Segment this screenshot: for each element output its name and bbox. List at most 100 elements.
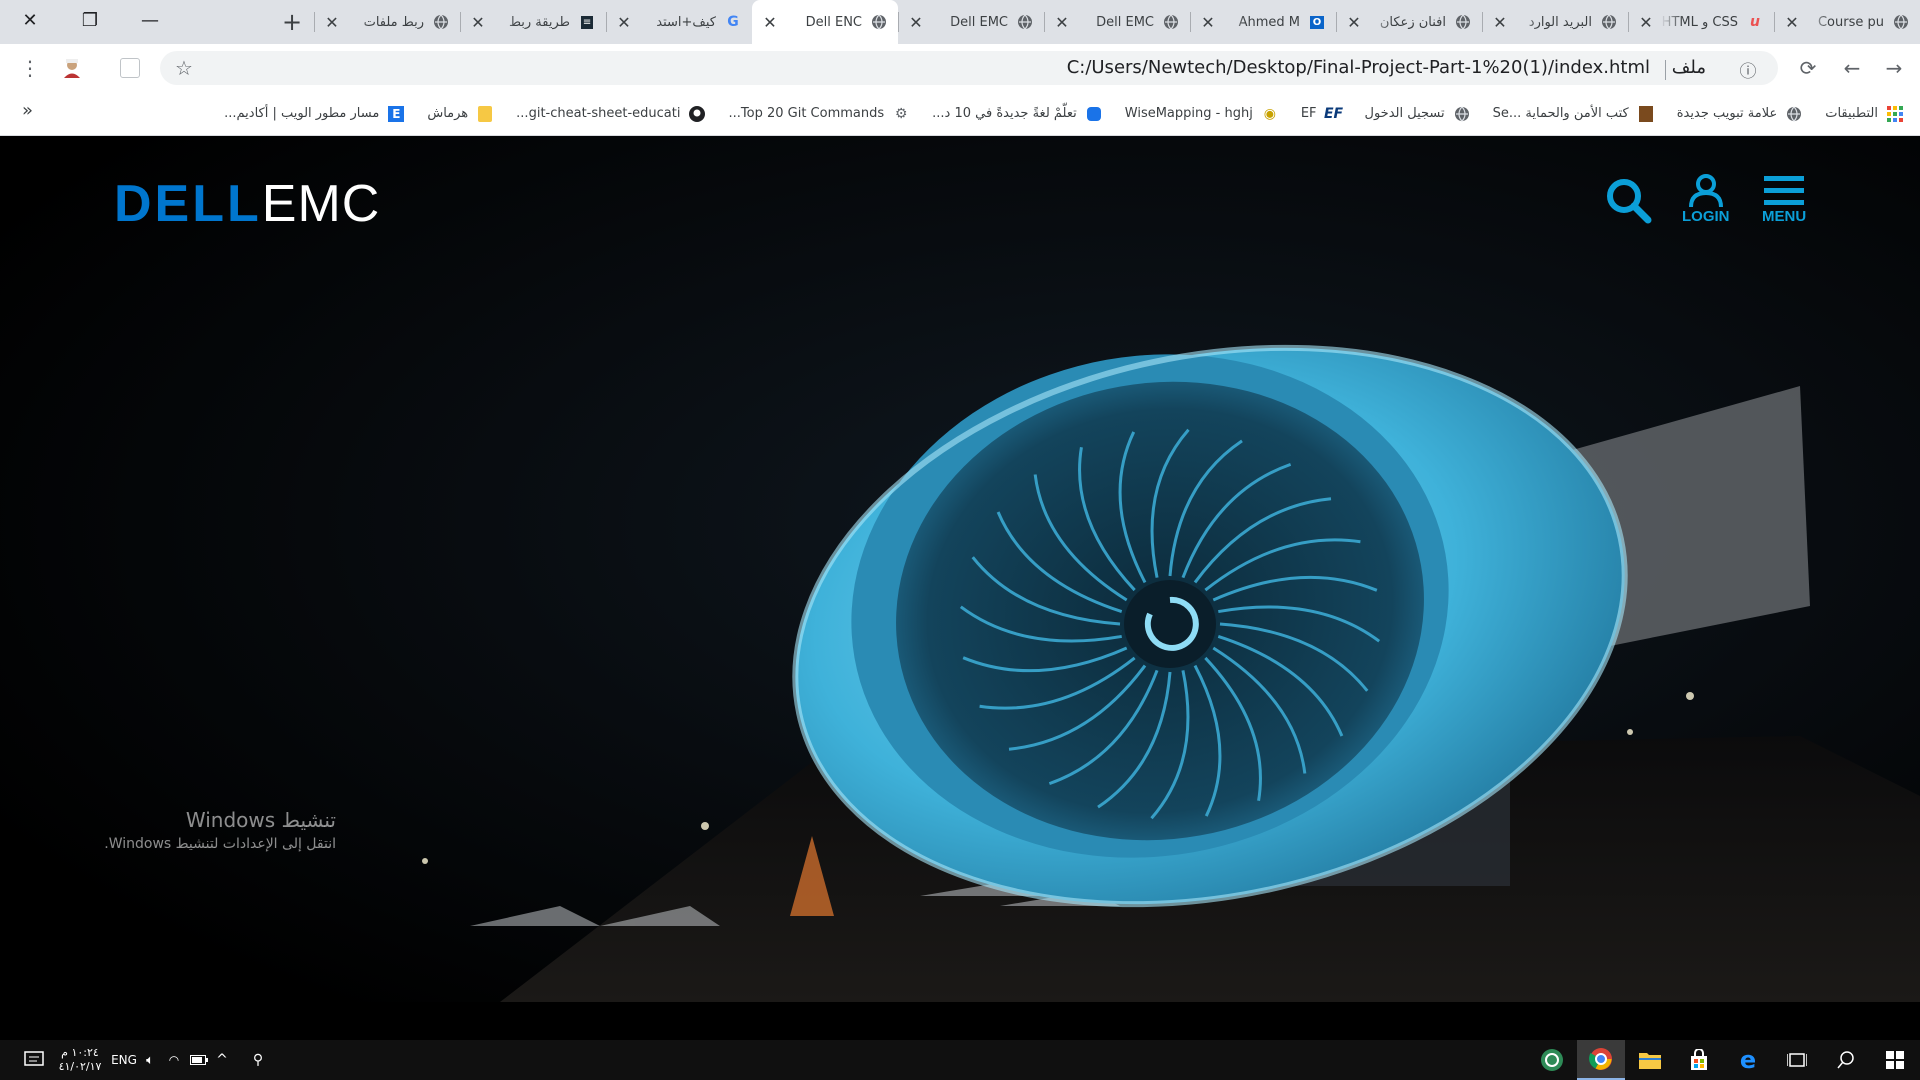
taskbar: ١٠:٢٤ م ٤١/٠٢/١٧ ENG 🔈︎ ◠ ^ ⚲ e xyxy=(0,1040,1920,1080)
tab-title: كيف+استد xyxy=(656,14,716,30)
start-windows-icon[interactable] xyxy=(1871,1040,1919,1080)
close-icon[interactable]: ✕ xyxy=(1200,13,1216,32)
url-text[interactable]: C:/Users/Newtech/Desktop/Final-Project-P… xyxy=(1067,57,1650,78)
tab-title: CSS و HTML xyxy=(1661,14,1738,30)
bookmark-item[interactable]: هرماش xyxy=(427,105,494,123)
task-view-icon[interactable] xyxy=(1773,1040,1821,1080)
close-icon[interactable]: ✕ xyxy=(470,13,486,32)
file-explorer-icon[interactable] xyxy=(1626,1040,1674,1080)
bookmark-item[interactable]: التطبيقات xyxy=(1825,105,1904,123)
activation-title: تنشيط Windows xyxy=(185,808,336,832)
bookmark-item[interactable]: E مسار مطور الويب | أكاديم... xyxy=(224,105,405,123)
browser-toolbar: → ← ⟳ ⓘ ملف C:/Users/Newtech/Desktop/Fin… xyxy=(0,44,1920,92)
menu-button[interactable]: MENU xyxy=(1762,174,1806,225)
bookmark-item[interactable]: git-cheat-sheet-educati... xyxy=(516,105,706,123)
bookmark-item[interactable]: كتب الأمن والحماية ...Se xyxy=(1493,105,1655,123)
apps-grid-icon xyxy=(1886,105,1904,123)
tab[interactable]: ربط ملفات ✕ xyxy=(314,0,460,44)
site-info-icon[interactable]: ⓘ xyxy=(1736,57,1760,82)
globe-icon xyxy=(1892,13,1910,31)
jet-engine-hero-image xyxy=(0,136,1920,1002)
tab[interactable]: Course pu ✕ xyxy=(1774,0,1920,44)
bookmark-item[interactable]: تسجيل الدخول xyxy=(1365,105,1471,123)
dell-emc-logo[interactable]: DELLEMC xyxy=(114,174,380,234)
close-window-button[interactable]: ✕ xyxy=(0,0,60,40)
scheme-label: ملف xyxy=(1671,57,1706,78)
extension-icon[interactable] xyxy=(120,58,140,78)
bookmark-item[interactable]: تعلّمْ لغةً جديدةً في 10 د... xyxy=(932,105,1103,123)
language-indicator[interactable]: ENG xyxy=(108,1040,140,1080)
back-icon[interactable]: ← xyxy=(1840,56,1864,80)
logo-emc-text: EMC xyxy=(261,175,381,233)
close-icon[interactable]: ✕ xyxy=(1346,13,1362,32)
github-icon xyxy=(688,105,706,123)
close-icon[interactable]: ✕ xyxy=(324,13,340,32)
tab[interactable]: Dell EMC ✕ xyxy=(1044,0,1190,44)
globe-icon xyxy=(432,13,450,31)
close-icon[interactable]: ✕ xyxy=(616,13,632,32)
close-icon[interactable]: ✕ xyxy=(762,13,778,32)
globe-icon xyxy=(1454,13,1472,31)
store-icon[interactable] xyxy=(1675,1040,1723,1080)
tab[interactable]: Dell EMC ✕ xyxy=(898,0,1044,44)
globe-icon xyxy=(870,13,888,31)
e-icon: E xyxy=(387,105,405,123)
restore-window-button[interactable]: ❐ xyxy=(60,0,120,40)
udemy-icon: u xyxy=(1750,14,1760,30)
hamburger-menu-icon xyxy=(1764,176,1805,205)
close-icon[interactable]: ✕ xyxy=(1492,13,1508,32)
clock-date: ٤١/٠٢/١٧ xyxy=(58,1060,102,1073)
new-tab-button[interactable]: + xyxy=(270,0,314,44)
bookmark-item[interactable]: علامة تبويب جديدة xyxy=(1677,105,1803,123)
battery-icon[interactable] xyxy=(188,1040,210,1080)
wifi-icon[interactable]: ◠ xyxy=(164,1040,184,1080)
tab-title: Dell EMC xyxy=(950,14,1008,30)
globe-icon xyxy=(1600,13,1618,31)
search-taskbar-icon[interactable] xyxy=(1822,1040,1870,1080)
tab[interactable]: ≡ طريقة ربط ✕ xyxy=(460,0,606,44)
bookmark-label: تسجيل الدخول xyxy=(1364,106,1445,121)
login-button[interactable]: LOGIN xyxy=(1682,174,1730,225)
bookmark-item[interactable]: ⚙ Top 20 Git Commands... xyxy=(728,105,910,123)
close-icon[interactable]: ✕ xyxy=(908,13,924,32)
bookmark-item[interactable]: ◉ WiseMapping - hghj xyxy=(1125,105,1279,123)
minimize-window-button[interactable]: — xyxy=(120,0,180,40)
tab[interactable]: البريد الوارد ✕ xyxy=(1482,0,1628,44)
tab-active[interactable]: Dell ENC ✕ xyxy=(752,0,898,44)
profile-avatar[interactable] xyxy=(60,56,84,80)
volume-icon[interactable]: 🔈︎ xyxy=(140,1040,160,1080)
bookmark-label: WiseMapping - hghj xyxy=(1124,106,1253,121)
google-icon: G xyxy=(727,14,739,30)
bookmark-label: هرماش xyxy=(427,106,469,121)
clock[interactable]: ١٠:٢٤ م ٤١/٠٢/١٧ xyxy=(56,1040,104,1080)
bookmark-star-icon[interactable]: ☆ xyxy=(172,56,196,80)
chevron-up-icon[interactable]: ^ xyxy=(212,1040,232,1080)
edge-icon[interactable]: e xyxy=(1724,1040,1772,1080)
tab[interactable]: G كيف+استد ✕ xyxy=(606,0,752,44)
bookmark-item[interactable]: EF EF xyxy=(1301,105,1343,123)
address-divider xyxy=(1665,60,1666,80)
activation-subtitle: انتقل إلى الإعدادات لتنشيط Windows. xyxy=(104,836,336,852)
forward-icon[interactable]: → xyxy=(1882,56,1906,80)
bookmark-label: كتب الأمن والحماية ...Se xyxy=(1492,106,1629,121)
close-icon[interactable]: ✕ xyxy=(1638,13,1654,32)
book-icon xyxy=(1637,105,1655,123)
bookmark-label: Top 20 Git Commands... xyxy=(728,106,885,121)
people-icon[interactable]: ⚲ xyxy=(248,1040,268,1080)
tab[interactable]: O Ahmed M ✕ xyxy=(1190,0,1336,44)
bookmarks-overflow-button[interactable]: » xyxy=(22,100,33,121)
tab-title: ربط ملفات xyxy=(363,14,424,30)
close-icon[interactable]: ✕ xyxy=(1054,13,1070,32)
tab[interactable]: u CSS و HTML ✕ xyxy=(1628,0,1774,44)
globe-icon xyxy=(1016,13,1034,31)
notification-center-icon[interactable] xyxy=(18,1040,50,1080)
globe-icon xyxy=(1162,13,1180,31)
taskbar-app-green[interactable] xyxy=(1528,1040,1576,1080)
reload-icon[interactable]: ⟳ xyxy=(1796,56,1820,80)
search-button[interactable] xyxy=(1604,176,1652,224)
more-menu-icon[interactable]: ⋮ xyxy=(18,56,42,80)
chrome-icon[interactable] xyxy=(1577,1040,1625,1080)
tab[interactable]: افنان زعكان ✕ xyxy=(1336,0,1482,44)
close-icon[interactable]: ✕ xyxy=(1784,13,1800,32)
globe-icon xyxy=(1453,105,1471,123)
